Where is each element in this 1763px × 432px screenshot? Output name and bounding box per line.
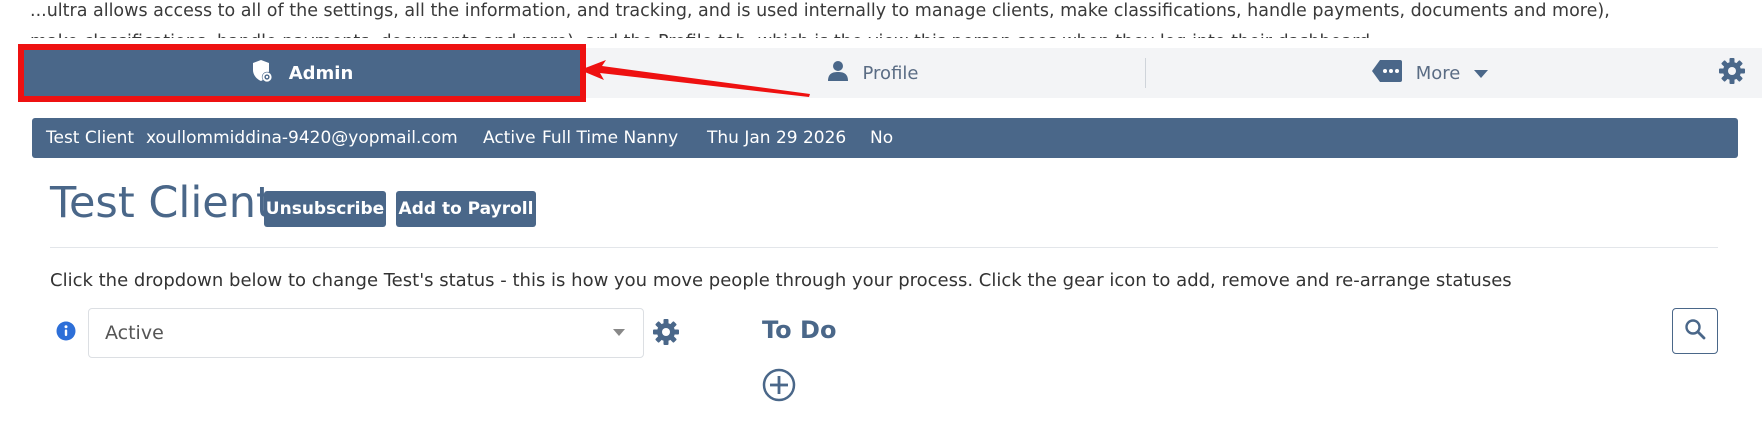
add-todo-icon[interactable] bbox=[762, 368, 796, 406]
info-date: Thu Jan 29 2026 bbox=[707, 128, 847, 148]
user-icon bbox=[827, 60, 849, 87]
todo-title: To Do bbox=[762, 316, 837, 344]
unsubscribe-button[interactable]: Unsubscribe bbox=[264, 191, 386, 227]
gear-icon bbox=[1718, 57, 1746, 89]
info-status: Active bbox=[483, 128, 536, 148]
divider bbox=[50, 247, 1718, 248]
status-dropdown[interactable]: Active bbox=[88, 308, 644, 358]
info-flag: No bbox=[870, 128, 894, 148]
add-to-payroll-button[interactable]: Add to Payroll bbox=[396, 191, 536, 227]
status-help-text: Click the dropdown below to change Test'… bbox=[50, 270, 1512, 291]
settings-gear-button[interactable] bbox=[1715, 56, 1749, 90]
search-button[interactable] bbox=[1672, 308, 1718, 354]
info-email: xoullommiddina-9420@yopmail.com bbox=[146, 128, 458, 148]
tab-more-label: More bbox=[1415, 62, 1461, 84]
info-icon[interactable] bbox=[56, 321, 76, 345]
status-selected-value: Active bbox=[105, 322, 164, 344]
info-name: Test Client bbox=[46, 128, 135, 148]
status-gear-icon[interactable] bbox=[652, 318, 680, 350]
tab-profile-label: Profile bbox=[862, 62, 919, 84]
intro-text-block: ...ultra allows access to all of the set… bbox=[0, 0, 1763, 38]
info-type: Full Time Nanny bbox=[542, 128, 679, 148]
page-title: Test Client bbox=[50, 178, 273, 228]
shield-gear-icon bbox=[251, 59, 273, 88]
intro-line-2: make classifications, handle payments, d… bbox=[30, 27, 1750, 38]
chevron-down-icon bbox=[1474, 63, 1489, 84]
intro-line-1: ...ultra allows access to all of the set… bbox=[30, 1, 1610, 21]
tab-admin[interactable]: Admin bbox=[18, 44, 586, 102]
tab-divider bbox=[1145, 58, 1146, 88]
tab-profile[interactable]: Profile bbox=[600, 48, 1145, 98]
tab-more[interactable]: More bbox=[1150, 48, 1710, 98]
client-info-bar: Test Client xoullommiddina-9420@yopmail.… bbox=[32, 118, 1738, 158]
tag-icon bbox=[1371, 59, 1402, 87]
chevron-down-icon bbox=[613, 329, 625, 336]
intro-text: ...ultra allows access to all of the set… bbox=[30, 0, 1750, 38]
search-icon bbox=[1684, 318, 1706, 344]
tab-admin-label: Admin bbox=[288, 62, 354, 84]
